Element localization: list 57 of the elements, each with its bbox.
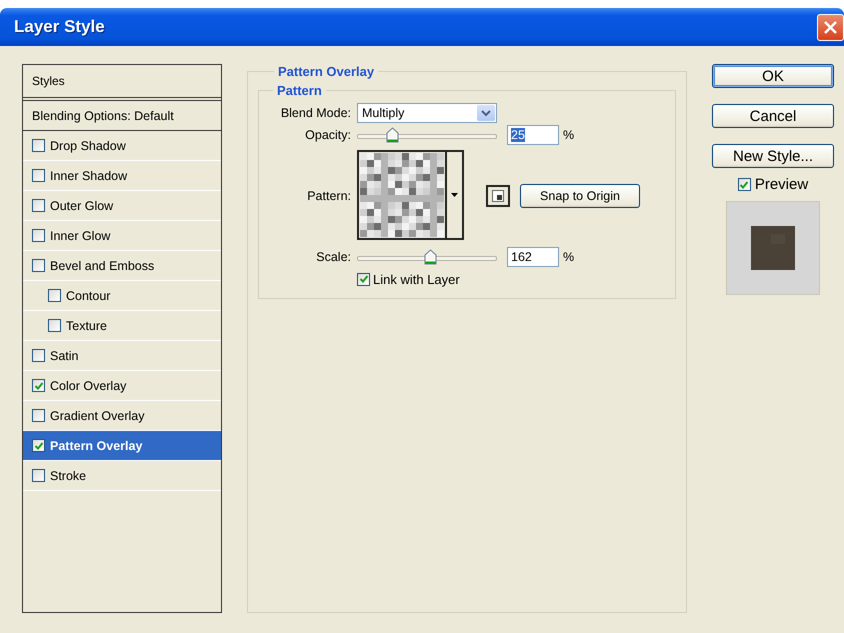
checkbox[interactable] <box>32 139 45 152</box>
style-list-item[interactable]: Color Overlay <box>23 371 221 401</box>
style-list-item[interactable]: Stroke <box>23 461 221 491</box>
number-field[interactable]: 25 <box>507 125 559 145</box>
checkbox[interactable] <box>32 379 45 392</box>
style-list-item[interactable]: Drop Shadow <box>23 131 221 161</box>
blend-mode-dropdown[interactable]: Multiply <box>357 103 497 123</box>
checkbox[interactable] <box>32 229 45 242</box>
field-label: Pattern: <box>306 189 351 203</box>
new-preset-button[interactable] <box>486 185 510 207</box>
field-label: Scale: <box>315 250 351 264</box>
checkbox-label: Preview <box>754 176 808 193</box>
pattern-picker[interactable] <box>357 150 464 240</box>
checkbox[interactable] <box>738 178 751 191</box>
checkbox[interactable] <box>32 409 45 422</box>
checkbox[interactable] <box>32 469 45 482</box>
caret-icon <box>451 193 458 197</box>
checkbox[interactable] <box>48 319 61 332</box>
dialog-button[interactable]: New Style... <box>712 144 834 168</box>
field-label: Blend Mode: <box>280 106 351 120</box>
chevron-down-icon <box>481 110 491 116</box>
style-list-item[interactable]: Satin <box>23 341 221 371</box>
slider-track[interactable] <box>357 249 497 265</box>
dialog-button[interactable]: OK <box>712 64 834 88</box>
slider-thumb[interactable] <box>424 249 437 265</box>
close-button[interactable] <box>817 14 844 40</box>
checkbox[interactable] <box>32 259 45 272</box>
checkbox-label: Link with Layer <box>373 272 460 286</box>
style-list-item[interactable]: Inner Glow <box>23 221 221 251</box>
slider-thumb[interactable] <box>386 127 399 143</box>
style-list-item[interactable]: Texture <box>23 311 221 341</box>
style-list-item[interactable]: Inner Shadow <box>23 161 221 191</box>
swatch-icon <box>751 226 795 270</box>
checkbox[interactable] <box>32 349 45 362</box>
style-list-item[interactable]: Blending Options: Default <box>23 101 221 131</box>
style-list-item[interactable]: Pattern Overlay <box>23 431 221 461</box>
window-title: Layer Style <box>14 17 105 37</box>
list-header: Styles <box>23 65 221 101</box>
checkbox[interactable] <box>48 289 61 302</box>
unit-label: % <box>563 128 574 142</box>
unit-label: % <box>563 250 574 264</box>
group-title: Pattern <box>276 83 323 98</box>
dialog-button[interactable]: Cancel <box>712 104 834 128</box>
style-list-item[interactable]: Bevel and Emboss <box>23 251 221 281</box>
style-list-item[interactable]: Contour <box>23 281 221 311</box>
close-icon <box>823 20 838 34</box>
group-title: Pattern Overlay <box>277 64 376 79</box>
field-label: Opacity: <box>304 128 351 142</box>
number-field[interactable]: 162 <box>507 247 559 267</box>
snap-to-origin-button[interactable]: Snap to Origin <box>520 184 640 208</box>
checkbox[interactable] <box>32 199 45 212</box>
checkbox[interactable] <box>32 439 45 452</box>
slider-track[interactable] <box>357 127 497 143</box>
checkbox[interactable] <box>32 169 45 182</box>
checkbox[interactable] <box>357 272 370 286</box>
style-list-item[interactable]: Outer Glow <box>23 191 221 221</box>
new-preset-icon <box>492 190 504 202</box>
